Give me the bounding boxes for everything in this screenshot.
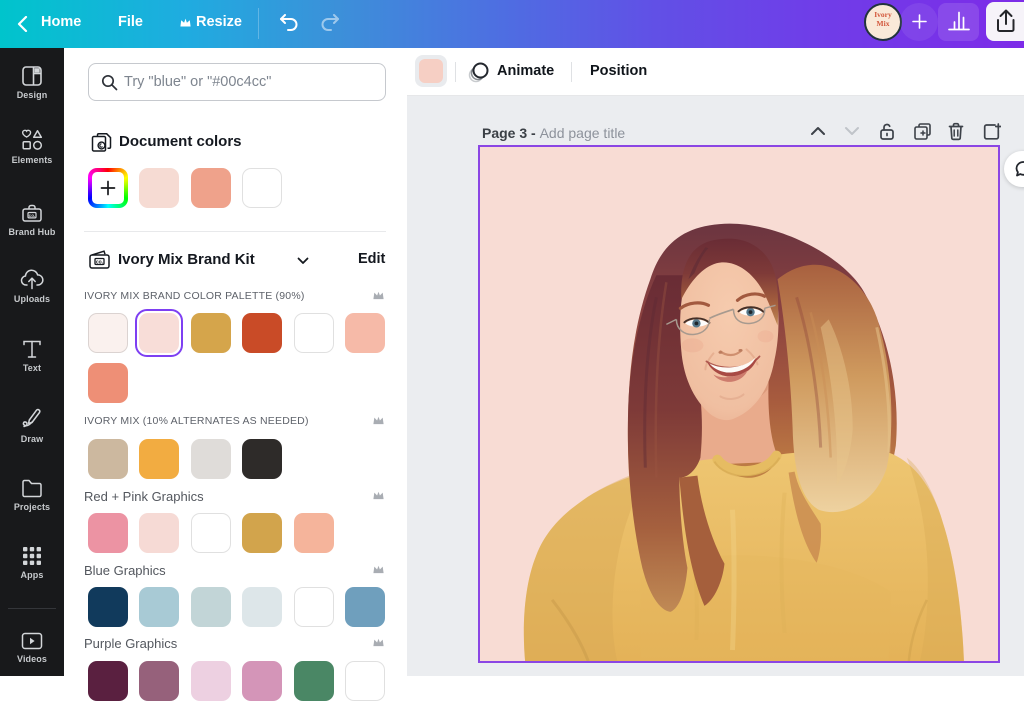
- svg-text:co.: co.: [96, 259, 104, 265]
- svg-text:co.: co.: [29, 213, 36, 218]
